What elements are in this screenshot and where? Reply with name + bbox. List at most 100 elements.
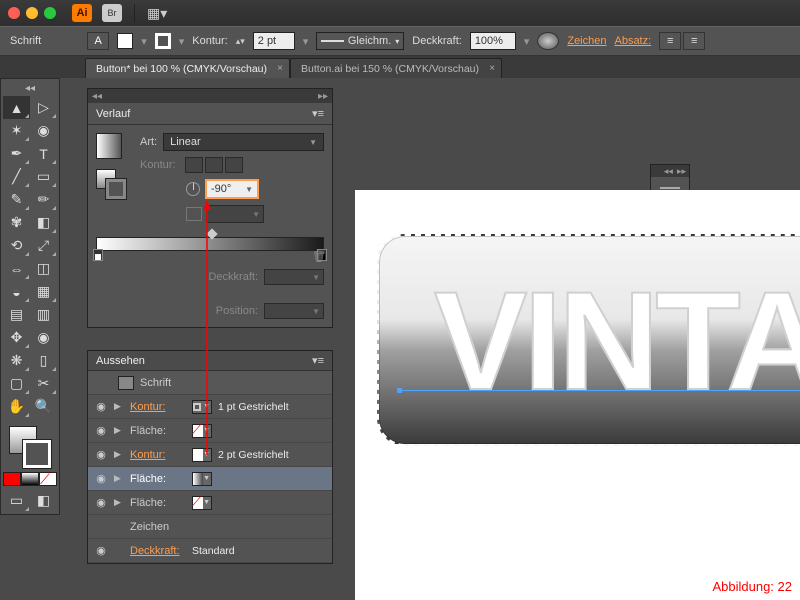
appearance-row-fill[interactable]: ◉▶ Fläche: ⟋▼ <box>88 491 332 515</box>
column-graph-tool[interactable]: ▯ <box>30 349 57 372</box>
character-panel-link[interactable]: Zeichen <box>567 35 606 47</box>
pen-tool[interactable]: ✒ <box>3 142 30 165</box>
expand-icon[interactable]: ▶ <box>114 449 124 460</box>
line-tool[interactable]: ╱ <box>3 165 30 188</box>
visibility-icon[interactable]: ◉ <box>94 400 108 414</box>
appearance-row-fill[interactable]: ◉▶ Fläche: ⟋▼ <box>88 419 332 443</box>
perspective-grid-tool[interactable]: ▦ <box>30 280 57 303</box>
blob-brush-tool[interactable]: ✾ <box>3 211 30 234</box>
appearance-row-opacity[interactable]: ◉ Deckkraft: Standard <box>88 539 332 563</box>
minimize-window-button[interactable] <box>26 7 38 19</box>
stroke-grad-along[interactable] <box>205 157 223 173</box>
appearance-row-fill-selected[interactable]: ◉▶ Fläche: ▼ <box>88 467 332 491</box>
close-window-button[interactable] <box>8 7 20 19</box>
hand-tool[interactable]: ✋ <box>3 395 30 418</box>
visibility-icon[interactable]: ◉ <box>94 448 108 462</box>
canvas[interactable]: ◂◂▸▸ VINTAG Abbildung: 22 <box>335 78 800 600</box>
shape-builder-tool[interactable]: ◒ <box>3 280 30 303</box>
symbol-sprayer-tool[interactable]: ❋ <box>3 349 30 372</box>
swatch-dropdown[interactable]: ▼ <box>192 400 212 414</box>
artboard-tool[interactable]: ▢ <box>3 372 30 395</box>
panel-header[interactable]: ◂◂ ▸▸ <box>88 89 332 103</box>
appearance-row-characters[interactable]: Zeichen <box>88 515 332 539</box>
scale-tool[interactable]: ⤢ <box>30 234 57 257</box>
panel-menu-icon[interactable]: ▾≡ <box>312 107 324 120</box>
screen-mode-button[interactable]: ▭ <box>3 489 30 512</box>
swatch-dropdown[interactable]: ▼ <box>192 472 212 486</box>
gradient-ramp[interactable]: 🗑 <box>96 237 324 251</box>
stroke-swatch[interactable] <box>155 33 171 49</box>
attr-label[interactable]: Kontur: <box>130 401 186 413</box>
stroke-profile[interactable]: Gleichm.▾ <box>316 32 404 50</box>
vintage-text[interactable]: VINTAG <box>434 260 800 422</box>
swatch-dropdown[interactable]: ▼ <box>192 448 212 462</box>
gradient-angle-field[interactable]: -90°▼ <box>205 179 259 199</box>
stroke-weight-field[interactable]: 2 pt <box>253 32 295 50</box>
blend-tool[interactable]: ◉ <box>30 326 57 349</box>
attr-label[interactable]: Kontur: <box>130 449 186 461</box>
fill-stroke-control[interactable] <box>3 422 57 470</box>
zoom-window-button[interactable] <box>44 7 56 19</box>
swatch-dropdown[interactable]: ⟋▼ <box>192 496 212 510</box>
fill-swatch[interactable] <box>117 33 133 49</box>
stroke-swatch-large[interactable] <box>23 440 51 468</box>
paintbrush-tool[interactable]: ✎ <box>3 188 30 211</box>
close-tab-icon[interactable]: × <box>277 63 283 74</box>
aspect-ratio-field[interactable]: ▼ <box>206 205 264 223</box>
rotate-tool[interactable]: ⟲ <box>3 234 30 257</box>
button-shape[interactable]: VINTAG <box>377 234 800 446</box>
eraser-tool[interactable]: ◧ <box>30 211 57 234</box>
panel-collapse-icon[interactable]: ◂◂ <box>664 166 673 177</box>
appearance-target-row[interactable]: Schrift <box>88 371 332 395</box>
direct-selection-tool[interactable]: ▷ <box>30 96 57 119</box>
gradient-stop-left[interactable] <box>93 249 103 261</box>
color-mode-row[interactable]: ⟋ <box>3 472 57 486</box>
draw-mode-button[interactable]: ◧ <box>30 489 57 512</box>
slice-tool[interactable]: ✂ <box>30 372 57 395</box>
attr-label[interactable]: Deckkraft: <box>130 545 186 557</box>
expand-icon[interactable]: ▸▸ <box>318 91 328 102</box>
fill-well[interactable]: A <box>87 32 109 50</box>
expand-icon[interactable]: ▶ <box>114 425 124 436</box>
gradient-tool[interactable]: ▥ <box>30 303 57 326</box>
rectangle-tool[interactable]: ▭ <box>30 165 57 188</box>
panel-close-icon[interactable]: ▸▸ <box>677 166 686 177</box>
collapse-icon[interactable]: ◂◂ <box>92 91 102 102</box>
expand-icon[interactable]: ▶ <box>114 473 124 484</box>
toolbox-grip[interactable]: ◂◂ <box>3 81 57 96</box>
visibility-icon[interactable]: ◉ <box>94 544 108 558</box>
appearance-row-stroke[interactable]: ◉▶ Kontur: ▼ 2 pt Gestrichelt <box>88 443 332 467</box>
gradient-fill-stroke[interactable] <box>96 169 130 203</box>
stroke-grad-within[interactable] <box>185 157 203 173</box>
bridge-button[interactable]: Br <box>102 4 122 22</box>
free-transform-tool[interactable]: ◫ <box>30 257 57 280</box>
expand-icon[interactable]: ▶ <box>114 497 124 508</box>
selection-tool[interactable]: ▲ <box>3 96 30 119</box>
expand-icon[interactable]: ▶ <box>114 401 124 412</box>
lasso-tool[interactable]: ◉ <box>30 119 57 142</box>
pencil-tool[interactable]: ✏ <box>30 188 57 211</box>
mesh-tool[interactable]: ▤ <box>3 303 30 326</box>
stop-position-field[interactable]: ▼ <box>264 303 324 319</box>
gradient-preview-swatch[interactable] <box>96 133 122 159</box>
paragraph-panel-link[interactable]: Absatz: <box>614 35 651 47</box>
swatch-dropdown[interactable]: ⟋▼ <box>192 424 212 438</box>
stroke-grad-across[interactable] <box>225 157 243 173</box>
appearance-row-stroke[interactable]: ◉▶ Kontur: ▼ 1 pt Gestrichelt <box>88 395 332 419</box>
visibility-icon[interactable]: ◉ <box>94 472 108 486</box>
document-tab[interactable]: Button.ai bei 150 % (CMYK/Vorschau)× <box>290 58 502 78</box>
panel-menu-icon[interactable]: ▾≡ <box>312 354 324 367</box>
align-left-button[interactable]: ≡ <box>659 32 681 50</box>
close-tab-icon[interactable]: × <box>489 63 495 74</box>
align-center-button[interactable]: ≡ <box>683 32 705 50</box>
opacity-field[interactable]: 100% <box>470 32 516 50</box>
document-tab-active[interactable]: Button* bei 100 % (CMYK/Vorschau)× <box>85 58 290 78</box>
stop-opacity-field[interactable]: ▼ <box>264 269 324 285</box>
zoom-tool[interactable]: 🔍 <box>30 395 57 418</box>
visibility-icon[interactable]: ◉ <box>94 496 108 510</box>
recolor-button[interactable] <box>537 32 559 50</box>
eyedropper-tool[interactable]: ✥ <box>3 326 30 349</box>
visibility-icon[interactable]: ◉ <box>94 424 108 438</box>
arrange-documents-button[interactable]: ▦▾ <box>147 5 167 22</box>
delete-stop-icon[interactable]: 🗑 <box>312 250 326 263</box>
